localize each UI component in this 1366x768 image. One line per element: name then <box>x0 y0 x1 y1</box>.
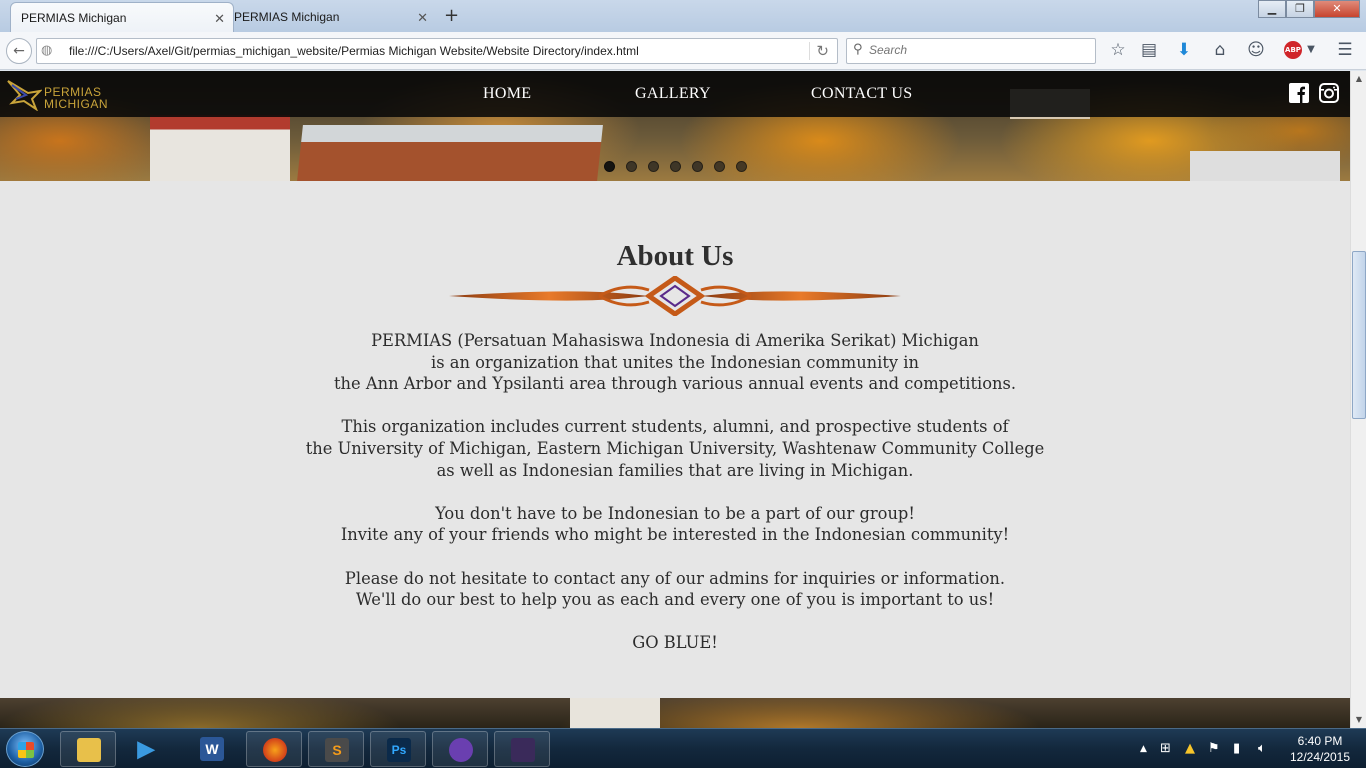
start-button[interactable] <box>6 731 44 767</box>
about-line: GO BLUE! <box>632 633 718 653</box>
taskbar-sublime[interactable]: S <box>308 731 364 767</box>
vertical-scrollbar[interactable]: ▲ ▼ <box>1350 71 1366 728</box>
footer-banner-image <box>0 698 1350 728</box>
page-viewport: PERMIAS MICHIGAN HOME GALLERY CONTACT US… <box>0 71 1350 728</box>
about-line: This organization includes current stude… <box>341 417 1009 437</box>
taskbar-word[interactable]: W <box>184 731 240 767</box>
nav-gallery-link[interactable]: GALLERY <box>635 85 711 103</box>
about-line: PERMIAS (Persatuan Mahasiswa Indonesia d… <box>371 331 979 350</box>
carousel-dot[interactable] <box>714 161 725 172</box>
search-input[interactable] <box>869 43 1089 57</box>
maximize-button[interactable]: ❐ <box>1286 0 1314 18</box>
taskbar-thumbnail-app[interactable] <box>494 731 550 767</box>
home-icon[interactable]: ⌂ <box>1209 40 1231 60</box>
about-line: as well as Indonesian families that are … <box>436 460 914 480</box>
search-box[interactable]: ⚲ <box>846 38 1096 64</box>
menu-icon[interactable]: ☰ <box>1334 40 1356 60</box>
url-text[interactable]: file:///C:/Users/Axel/Git/permias_michig… <box>69 44 639 58</box>
tab-title: PERMIAS Michigan <box>234 10 340 24</box>
taskbar-purple-app[interactable] <box>432 731 488 767</box>
back-button[interactable]: ← <box>6 38 32 64</box>
wolverine-wing-icon <box>7 80 42 111</box>
drive-icon[interactable]: ▲ <box>1185 741 1195 756</box>
window-controls: ▁ ❐ ✕ <box>1258 0 1360 18</box>
about-line: Please do not hesitate to contact any of… <box>344 568 1006 588</box>
app-thumbnail-icon <box>511 738 535 762</box>
nav-home-link[interactable]: HOME <box>483 85 531 103</box>
browser-tab-strip: PERMIAS Michigan ✕ PERMIAS Michigan ✕ + … <box>0 0 1366 32</box>
about-line: is an organization that unites the Indon… <box>431 352 919 372</box>
download-icon[interactable]: ⬇ <box>1173 40 1195 60</box>
adblock-icon[interactable]: ABP <box>1284 41 1302 59</box>
about-line: the University of Michigan, Eastern Mich… <box>305 438 1045 458</box>
about-line: the Ann Arbor and Ypsilanti area through… <box>333 374 1017 394</box>
close-window-button[interactable]: ✕ <box>1314 0 1360 18</box>
tray-expand-icon[interactable]: ▲ <box>1140 744 1147 754</box>
ornament-divider <box>449 276 901 316</box>
reading-list-icon[interactable]: ▤ <box>1138 40 1160 60</box>
windows-logo-icon <box>18 742 34 758</box>
about-line: You don't have to be Indonesian to be a … <box>435 503 915 523</box>
word-icon: W <box>200 737 224 761</box>
about-paragraph: Please do not hesitate to contact any of… <box>0 568 1350 611</box>
scroll-up-icon[interactable]: ▲ <box>1352 71 1366 87</box>
windows-taskbar: ▶ W S Ps ▲ ⊞ ▲ ⚑ ▮ 🔈︎ 6:40 PM 12/24/2015 <box>0 728 1366 768</box>
scrollbar-thumb[interactable] <box>1352 251 1366 419</box>
cat-icon <box>449 738 473 762</box>
network-action-icon[interactable]: ⚑ <box>1208 741 1220 756</box>
carousel-dot[interactable] <box>670 161 681 172</box>
facebook-icon[interactable] <box>1289 83 1309 103</box>
clock-time: 6:40 PM <box>1297 734 1343 748</box>
site-logo[interactable]: PERMIAS MICHIGAN <box>6 75 116 113</box>
about-line: We'll do our best to help you as each an… <box>355 590 995 610</box>
reload-icon[interactable]: ↻ <box>809 42 829 60</box>
new-tab-button[interactable]: + <box>444 5 459 26</box>
folder-icon <box>77 738 101 762</box>
minimize-button[interactable]: ▁ <box>1258 0 1286 18</box>
address-bar[interactable]: ◍ file:///C:/Users/Axel/Git/permias_mich… <box>36 38 838 64</box>
logo-line2: MICHIGAN <box>44 97 108 111</box>
carousel-dot[interactable] <box>692 161 703 172</box>
taskbar-media-player[interactable]: ▶ <box>118 731 174 767</box>
taskbar-clock[interactable]: 6:40 PM 12/24/2015 <box>1280 733 1360 765</box>
taskbar-photoshop[interactable]: Ps <box>370 731 426 767</box>
carousel-dot[interactable] <box>626 161 637 172</box>
adblock-dropdown-icon[interactable]: ▼ <box>1300 44 1322 55</box>
about-paragraph: PERMIAS (Persatuan Mahasiswa Indonesia d… <box>0 330 1350 395</box>
windows-tray-icon[interactable]: ⊞ <box>1160 741 1171 756</box>
bookmark-star-icon[interactable]: ☆ <box>1107 40 1129 60</box>
search-icon: ⚲ <box>853 42 863 57</box>
browser-navbar: ← ◍ file:///C:/Users/Axel/Git/permias_mi… <box>0 32 1366 70</box>
taskbar-firefox[interactable] <box>246 731 302 767</box>
globe-icon: ◍ <box>41 43 53 58</box>
about-paragraph: You don't have to be Indonesian to be a … <box>0 503 1350 546</box>
clock-date: 12/24/2015 <box>1289 750 1351 764</box>
tab-inactive[interactable]: PERMIAS Michigan ✕ <box>224 2 436 32</box>
tab-title: PERMIAS Michigan <box>21 11 127 25</box>
back-icon: ← <box>13 43 25 59</box>
photoshop-icon: Ps <box>387 738 411 762</box>
nav-contact-link[interactable]: CONTACT US <box>811 85 912 103</box>
carousel-dot[interactable] <box>648 161 659 172</box>
site-navbar: PERMIAS MICHIGAN HOME GALLERY CONTACT US <box>0 71 1350 117</box>
about-line: Invite any of your friends who might be … <box>340 525 1010 545</box>
scroll-down-icon[interactable]: ▼ <box>1352 712 1366 728</box>
carousel-dots <box>604 161 747 172</box>
firefox-icon <box>263 738 287 762</box>
about-section: About Us PERMIAS (Persatuan Mahasiswa In… <box>0 181 1350 698</box>
taskbar-explorer[interactable] <box>60 731 116 767</box>
about-paragraph: GO BLUE! <box>0 632 1350 654</box>
chat-icon[interactable]: ☺ <box>1245 40 1267 60</box>
tab-active[interactable]: PERMIAS Michigan ✕ <box>10 2 234 32</box>
carousel-dot[interactable] <box>604 161 615 172</box>
about-paragraph: This organization includes current stude… <box>0 416 1350 481</box>
sublime-icon: S <box>325 738 349 762</box>
instagram-icon[interactable] <box>1319 83 1339 103</box>
play-icon: ▶ <box>137 736 155 761</box>
carousel-dot[interactable] <box>736 161 747 172</box>
volume-icon[interactable]: 🔈︎ <box>1258 741 1266 756</box>
signal-icon[interactable]: ▮ <box>1233 741 1240 756</box>
about-title: About Us <box>616 240 734 272</box>
close-tab-icon[interactable]: ✕ <box>417 10 428 26</box>
